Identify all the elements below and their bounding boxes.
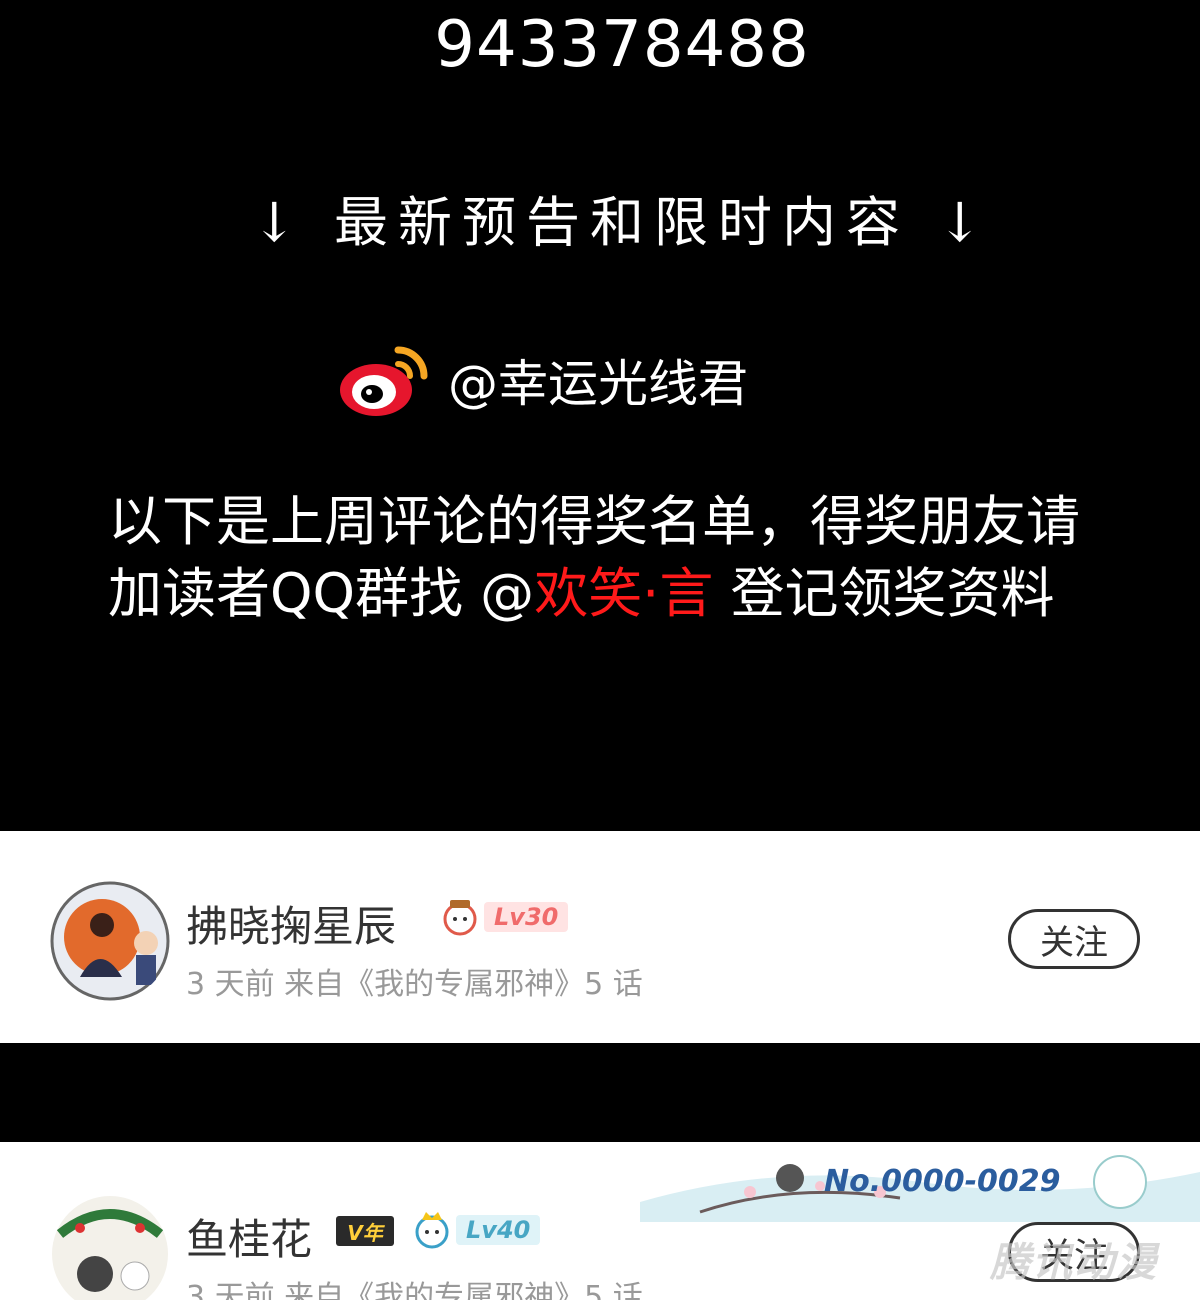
comment-card: No.0000-0029 鱼桂花 V年 Lv40 3 天前 来自《我的专属邪神》… (0, 1142, 1200, 1300)
watermark: 腾讯动漫 (990, 1240, 1158, 1286)
level-badge: Lv40 (412, 1210, 541, 1250)
preview-heading: ↓ 最新预告和限时内容 ↓ (251, 191, 993, 254)
comment-meta: 3 天前 来自《我的专属邪神》5 话 (186, 1280, 643, 1300)
username[interactable]: 拂晓掬星辰 (186, 893, 396, 954)
winner-notice: 以下是上周评论的得奖名单，得奖朋友请加读者QQ群找 @欢笑·言 登记领奖资料 (108, 486, 1118, 630)
avatar[interactable] (50, 881, 170, 1001)
avatar[interactable] (50, 1194, 170, 1300)
username[interactable]: 鱼桂花 (186, 1206, 312, 1267)
follow-button[interactable]: 关注 (1008, 909, 1140, 969)
weibo-icon (340, 346, 428, 416)
contact-name[interactable]: 欢笑·言 (534, 562, 713, 625)
banner-number: No.0000-0029 (824, 1164, 1061, 1199)
comment-card: 拂晓掬星辰 Lv30 3 天前 来自《我的专属邪神》5 话 关注 (0, 831, 1200, 1043)
weibo-handle: @幸运光线君 (448, 355, 748, 413)
level-mascot-icon (415, 1212, 449, 1249)
comment-meta: 3 天前 来自《我的专属邪神》5 话 (186, 967, 643, 1002)
level-mascot-icon (443, 900, 477, 936)
vip-badge: V年 (336, 1216, 394, 1246)
weibo-row: @幸运光线君 (338, 340, 748, 420)
qq-group-number: 943378488 (434, 8, 810, 82)
level-badge: Lv30 (440, 897, 569, 937)
level-label: Lv30 (484, 902, 569, 932)
notice-text-after: 登记领奖资料 (713, 562, 1055, 625)
level-label: Lv40 (456, 1215, 541, 1245)
